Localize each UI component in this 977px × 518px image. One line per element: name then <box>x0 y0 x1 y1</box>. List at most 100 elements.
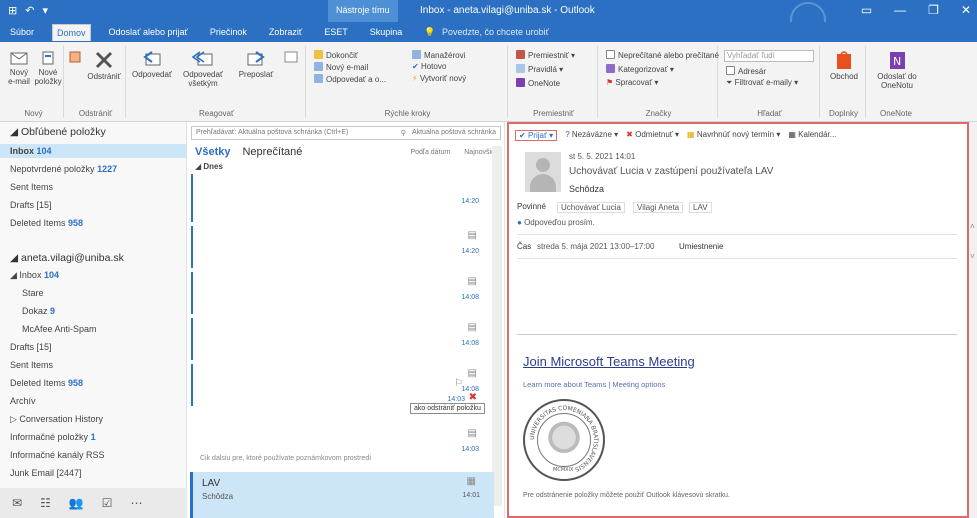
filter-unread[interactable]: Neprečítané <box>242 146 302 158</box>
quick-step-4[interactable]: Manažérovi <box>412 50 465 60</box>
question-icon: ? <box>565 130 570 139</box>
new-items-button[interactable]: Nové položky <box>34 50 62 86</box>
search-icon[interactable]: ⚲ <box>401 129 406 137</box>
undo-icon[interactable]: ↶ <box>25 4 34 17</box>
sort-order[interactable]: Najnovšie <box>464 149 495 156</box>
tab-send-receive[interactable]: Odoslať alebo prijať <box>105 24 192 40</box>
address-book-button[interactable]: Adresár <box>726 66 766 76</box>
delete-button[interactable]: Odstrániť <box>86 50 122 81</box>
tab-file[interactable]: Súbor <box>6 24 38 40</box>
unread-read-button[interactable]: Neprečítané alebo prečítané <box>606 50 719 60</box>
title-bar: ⊞ ↶ ▾ Nástroje tímu Inbox - aneta.vilagi… <box>0 0 977 38</box>
list-scrollbar[interactable] <box>492 146 502 506</box>
quick-step-3[interactable]: Odpovedať a o... <box>314 74 386 84</box>
more-respond-button[interactable] <box>280 50 302 66</box>
folder-stare[interactable]: Stare <box>22 288 44 298</box>
store-button[interactable]: Obchod <box>826 50 862 81</box>
calendar-button[interactable]: ▦ Kalendár... <box>788 130 836 141</box>
forward-button[interactable]: Preposlať <box>234 50 278 79</box>
tab-group[interactable]: Skupina <box>366 24 407 40</box>
tab-home[interactable]: Domov <box>52 23 91 41</box>
folder-dokaz[interactable]: Dokaz 9 <box>22 306 55 316</box>
folder-sent[interactable]: Sent Items <box>10 360 53 370</box>
filter-icon: ⏷ <box>726 78 735 87</box>
quick-step-1[interactable]: Dokončiť <box>314 50 358 60</box>
meeting-options-link[interactable]: Meeting options <box>612 380 665 389</box>
fav-inbox[interactable]: Inbox 104 <box>0 144 186 158</box>
search-people-input[interactable]: Vyhľadať ľudí <box>724 50 814 62</box>
folder-rss[interactable]: Informačné kanály RSS <box>10 450 105 460</box>
ribbon-display-icon[interactable]: ▭ <box>861 3 872 17</box>
list-item[interactable]: ▤ 14:08 <box>187 272 487 314</box>
accept-button[interactable]: ✔ Prijať ▾ <box>515 130 558 141</box>
folder-mcafee[interactable]: McAfee Anti-Spam <box>22 324 97 334</box>
folder-junk[interactable]: Junk Email [2447] <box>10 468 82 478</box>
fav-drafts[interactable]: Drafts [15] <box>10 200 52 210</box>
propose-time-button[interactable]: ▦ Navrhnúť nový termín ▾ <box>687 130 780 141</box>
selected-list-item[interactable]: LAV Schôdza ▦ 14:01 <box>190 472 494 518</box>
favorites-header[interactable]: ◢ Obľúbené položky <box>10 126 106 138</box>
tab-view[interactable]: Zobraziť <box>265 24 306 40</box>
reply-all-button[interactable]: Odpovedať všetkým <box>174 50 232 88</box>
people-icon[interactable]: 👥 <box>69 496 84 510</box>
more-icon[interactable]: ⋯ <box>131 496 143 510</box>
filter-email-button[interactable]: ⏷ Filtrovať e-maily ▾ <box>726 78 798 88</box>
flag-icon[interactable]: ⚐ <box>454 378 463 389</box>
folder-inbox[interactable]: ◢ Inbox 104 <box>10 270 59 281</box>
attendee-1[interactable]: Uchovávať Lucia <box>557 202 625 213</box>
attendee-2[interactable]: Vilagi Aneta <box>633 202 684 213</box>
fav-unconfirmed[interactable]: Nepotvrdené položky 1227 <box>10 164 117 174</box>
restore-icon[interactable]: ❐ <box>928 3 939 17</box>
fav-sent[interactable]: Sent Items <box>10 182 53 192</box>
teams-link[interactable]: Join Microsoft Teams Meeting <box>523 354 695 369</box>
move-button[interactable]: Premiestniť ▾ <box>516 50 575 60</box>
filter-all[interactable]: Všetky <box>195 146 230 158</box>
list-item[interactable]: ▤ 14:08 <box>187 318 487 360</box>
learn-more-link[interactable]: Learn more about Teams <box>523 380 606 389</box>
folder-deleted[interactable]: Deleted Items 958 <box>10 378 83 388</box>
account-header[interactable]: ◢ aneta.vilagi@uniba.sk <box>10 252 124 264</box>
tab-folder[interactable]: Priečinok <box>206 24 251 40</box>
quick-access: ⊞ ↶ ▾ <box>8 4 48 17</box>
folder-archive[interactable]: Archív <box>10 396 36 406</box>
decline-button[interactable]: ✖ Odmietnuť ▾ <box>626 130 679 141</box>
quick-step-6[interactable]: ⚡ Vytvoriť nový <box>412 74 466 83</box>
ignore-button[interactable] <box>68 50 82 66</box>
window-controls: ▭ — ❐ ✕ <box>861 3 971 17</box>
list-item[interactable]: ▤ 14:20 <box>187 226 487 268</box>
folder-drafts[interactable]: Drafts [15] <box>10 342 52 352</box>
attendee-3[interactable]: LAV <box>689 202 712 213</box>
search-scope[interactable]: Aktuálna poštová schránka <box>412 129 496 137</box>
tell-me-box[interactable]: 💡 Povedzte, čo chcete urobiť <box>420 24 557 41</box>
fav-deleted[interactable]: Deleted Items 958 <box>10 218 83 228</box>
onenote-button[interactable]: OneNote <box>516 78 560 88</box>
chevron-up-icon[interactable]: ˄ <box>970 222 975 231</box>
close-icon[interactable]: ✕ <box>961 3 971 17</box>
search-input[interactable]: Prehľadávať: Aktuálna poštová schránka (… <box>191 126 501 140</box>
follow-up-button[interactable]: ⚑ Spracovať ▾ <box>606 78 658 87</box>
tab-eset[interactable]: ESET <box>320 24 352 40</box>
delete-item-icon[interactable]: ✖ <box>469 392 477 403</box>
list-item[interactable]: 14:20 <box>187 174 487 222</box>
reply-button[interactable]: Odpovedať <box>130 50 174 79</box>
group-header-today[interactable]: ◢ Dnes <box>195 162 223 171</box>
quick-step-5[interactable]: ✔ Hotovo <box>412 62 446 71</box>
quick-step-2[interactable]: Nový e-mail <box>314 62 368 72</box>
onenote-send-icon: N <box>890 52 905 69</box>
calendar-icon[interactable]: ☷ <box>40 496 51 510</box>
categorize-button[interactable]: Kategorizovať ▾ <box>606 64 674 74</box>
tasks-icon[interactable]: ☑ <box>102 496 113 510</box>
sort-by[interactable]: Podľa dátum <box>410 149 450 156</box>
reading-scrollbar[interactable]: ˄ ˅ <box>969 122 977 518</box>
new-email-button[interactable]: Nový e-mail <box>6 50 32 86</box>
mail-icon[interactable]: ✉ <box>12 496 22 510</box>
folder-info-items[interactable]: Informačné položky 1 <box>10 432 96 442</box>
customize-icon[interactable]: ▾ <box>42 4 48 17</box>
folder-conversation-history[interactable]: ▷ Conversation History <box>10 414 103 425</box>
rules-button[interactable]: Pravidlá ▾ <box>516 64 563 74</box>
tentative-button[interactable]: ? Nezáväzne ▾ <box>565 130 618 141</box>
group-new: Nový e-mail Nové položky Nový <box>4 46 64 118</box>
minimize-icon[interactable]: — <box>894 3 906 17</box>
chevron-down-icon[interactable]: ˅ <box>970 252 975 261</box>
send-onenote-button[interactable]: N Odoslať do OneNotu <box>872 50 922 90</box>
